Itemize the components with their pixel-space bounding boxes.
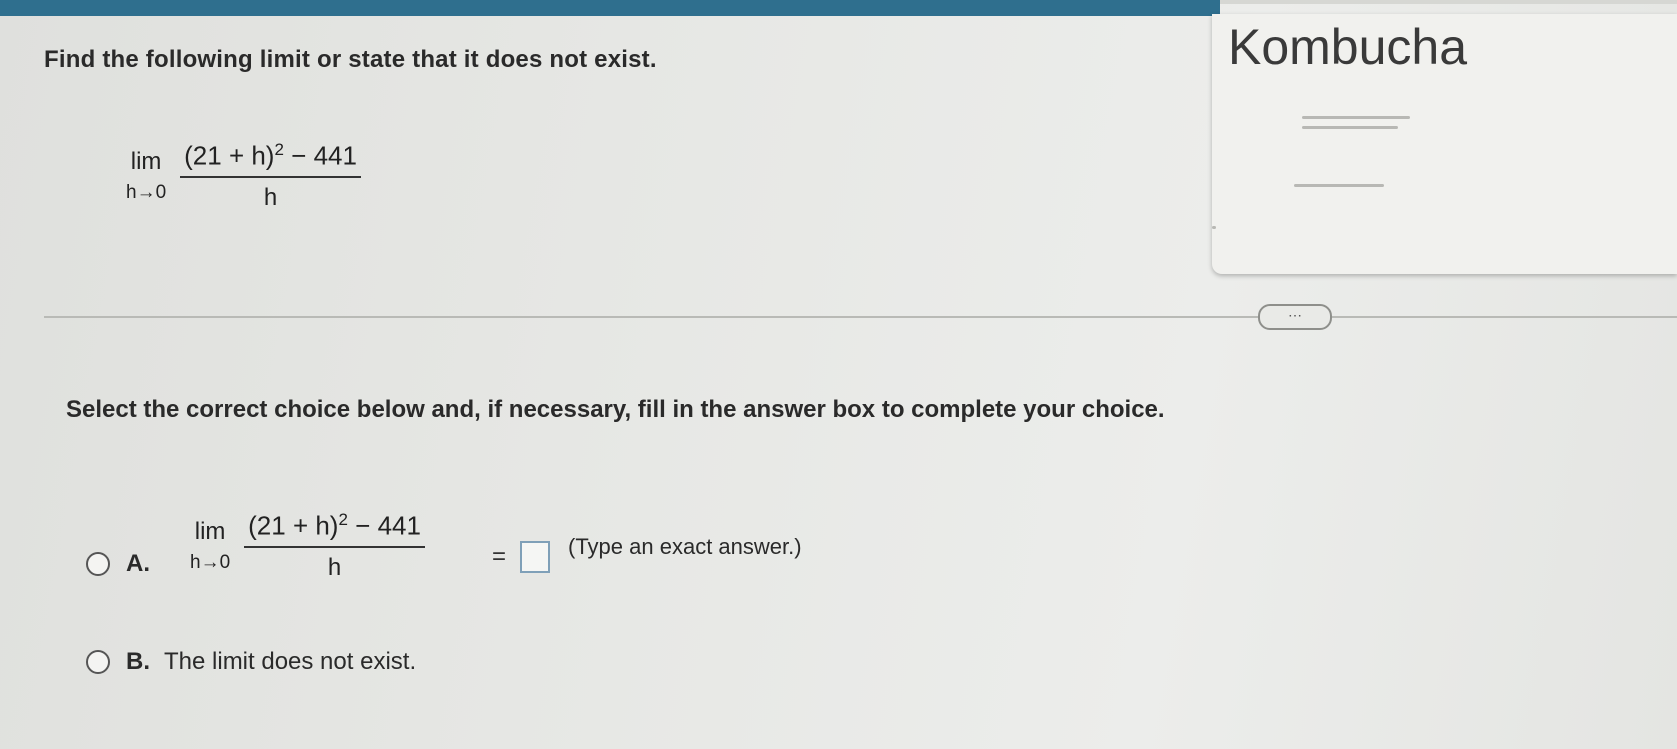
browser-top-bar <box>0 0 1220 16</box>
numerator-base: (21 + h) <box>248 510 339 541</box>
lim-subscript: h→0 <box>190 551 231 573</box>
lim-subscript: h→0 <box>126 181 167 203</box>
section-divider <box>44 316 1677 318</box>
fraction: (21 + h)2 − 441 h <box>180 140 361 212</box>
choice-a-radio[interactable] <box>86 552 110 576</box>
choice-b-letter: B. <box>126 648 150 675</box>
answer-hint: (Type an exact answer.) <box>568 534 802 559</box>
choice-b-text: The limit does not exist. <box>164 648 417 675</box>
choice-b-radio[interactable] <box>86 650 110 674</box>
numerator-exponent: 2 <box>274 140 284 159</box>
lim-word: lim <box>194 517 226 545</box>
numerator-tail: − 441 <box>283 140 357 171</box>
choice-a-letter: A. <box>126 550 150 577</box>
question-text: Find the following limit or state that i… <box>44 46 657 73</box>
ad-fine-print <box>1302 126 1398 129</box>
lim-word: lim <box>130 147 162 175</box>
fraction-denominator: h <box>327 553 342 581</box>
limit-expression: lim h→0 (21 + h)2 − 441 h <box>126 140 361 212</box>
ad-title: Kombucha <box>1228 19 1468 75</box>
choice-a[interactable]: A. <box>86 550 150 578</box>
ad-fine-print <box>1294 184 1384 187</box>
numerator-base: (21 + h) <box>184 140 275 171</box>
more-button[interactable]: ⋯ <box>1258 304 1332 330</box>
fraction-numerator: (21 + h)2 − 441 <box>244 510 425 548</box>
fraction-denominator: h <box>263 183 278 211</box>
ad-dot <box>1212 226 1216 229</box>
top-bar-edge <box>1220 0 1677 4</box>
answer-input-box[interactable] <box>520 541 550 573</box>
choice-b[interactable]: B. The limit does not exist. <box>86 648 416 676</box>
equals-sign: = <box>492 543 507 570</box>
ad-fine-print <box>1302 116 1410 119</box>
numerator-tail: − 441 <box>347 510 421 541</box>
lim-operator: lim h→0 <box>126 148 166 204</box>
lim-operator: lim h→0 <box>190 518 230 574</box>
fraction-numerator: (21 + h)2 − 441 <box>180 140 361 178</box>
choice-a-limit-expression: lim h→0 (21 + h)2 − 441 h <box>190 510 425 582</box>
instruction-text: Select the correct choice below and, if … <box>66 396 1165 423</box>
fraction: (21 + h)2 − 441 h <box>244 510 425 582</box>
numerator-exponent: 2 <box>338 510 348 529</box>
